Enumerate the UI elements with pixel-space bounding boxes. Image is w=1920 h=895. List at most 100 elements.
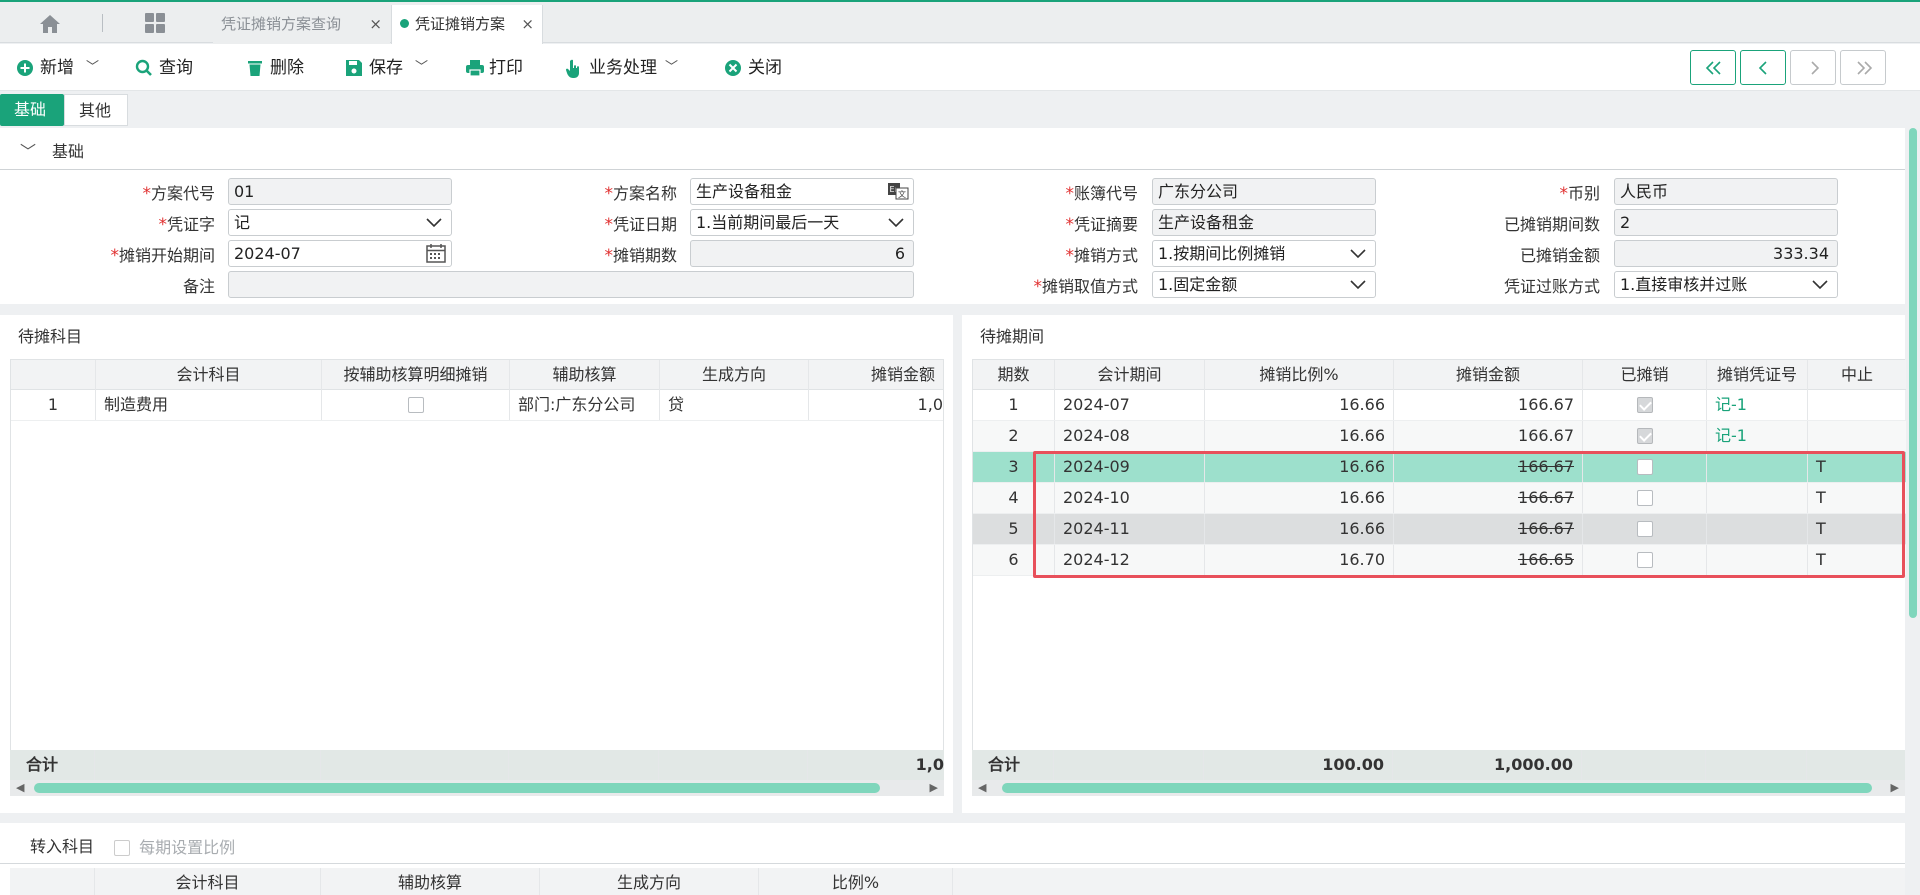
posting-method-select[interactable]: 1.直接审核并过账 xyxy=(1614,271,1838,298)
amortized-cell[interactable] xyxy=(1583,390,1707,420)
periods-count-field[interactable]: 6 xyxy=(690,240,914,267)
scroll-left-icon[interactable]: ◀ xyxy=(978,781,986,794)
col-ratio[interactable]: 摊销比例% xyxy=(1205,360,1394,390)
col-aux[interactable]: 辅助核算 xyxy=(510,360,660,390)
aux-cell[interactable]: 部门:广东分公司 xyxy=(510,390,660,420)
chevron-down-icon[interactable] xyxy=(1349,274,1367,294)
business-process-button[interactable]: 业务处理 ﹀ xyxy=(565,56,685,80)
stop-cell[interactable] xyxy=(1808,390,1906,420)
aux-detail-checkbox[interactable] xyxy=(407,397,424,413)
amortized-cell[interactable] xyxy=(1583,421,1707,451)
home-icon[interactable] xyxy=(38,13,62,35)
voucher-link[interactable] xyxy=(1707,452,1808,482)
scroll-thumb[interactable] xyxy=(1002,783,1872,793)
stop-cell[interactable]: T xyxy=(1808,483,1906,513)
per-period-ratio-checkbox[interactable] xyxy=(114,840,130,856)
voucher-word-select[interactable]: 记 xyxy=(228,209,452,236)
period-cell[interactable]: 2024-08 xyxy=(1055,421,1205,451)
translate-icon[interactable]: En文 xyxy=(887,181,909,201)
chevron-down-icon[interactable] xyxy=(887,212,905,232)
amount-cell[interactable]: 166.67 xyxy=(1394,452,1583,482)
start-period-field[interactable]: 2024-07 xyxy=(228,240,452,267)
col-aux-detail[interactable]: 按辅助核算明细摊销 xyxy=(322,360,510,390)
col-account[interactable]: 会计科目 xyxy=(95,868,321,895)
col-ratio[interactable]: 比例% xyxy=(759,868,953,895)
table-row[interactable]: 6 2024-12 16.70 166.65 T xyxy=(973,545,1906,576)
table-row[interactable]: 1 制造费用 部门:广东分公司 贷 1,0 xyxy=(11,390,943,421)
currency-field[interactable]: 人民币 xyxy=(1614,178,1838,205)
voucher-link[interactable]: 记-1 xyxy=(1707,421,1808,451)
stop-cell[interactable]: T xyxy=(1808,514,1906,544)
vertical-scrollbar[interactable] xyxy=(1906,128,1920,895)
account-cell[interactable]: 制造费用 xyxy=(96,390,322,420)
ratio-cell[interactable]: 16.66 xyxy=(1205,483,1394,513)
stop-cell[interactable]: T xyxy=(1808,545,1906,575)
amount-cell[interactable]: 166.67 xyxy=(1394,483,1583,513)
voucher-link[interactable]: 记-1 xyxy=(1707,390,1808,420)
amount-cell[interactable]: 1,0 xyxy=(809,390,943,420)
delete-button[interactable]: 删除 xyxy=(246,56,316,80)
amount-cell[interactable]: 166.67 xyxy=(1394,421,1583,451)
direction-cell[interactable]: 贷 xyxy=(660,390,809,420)
ratio-cell[interactable]: 16.66 xyxy=(1205,390,1394,420)
ratio-cell[interactable]: 16.66 xyxy=(1205,514,1394,544)
next-record-button[interactable] xyxy=(1790,50,1836,85)
table-row[interactable]: 4 2024-10 16.66 166.67 T xyxy=(973,483,1906,514)
table-row[interactable]: 1 2024-07 16.66 166.67 记-1 xyxy=(973,390,1906,421)
stop-cell[interactable] xyxy=(1808,421,1906,451)
col-stop[interactable]: 中止 xyxy=(1808,360,1906,390)
col-amortized[interactable]: 已摊销 xyxy=(1583,360,1707,390)
subtab-basic[interactable]: 基础 xyxy=(0,94,64,126)
amortized-checkbox[interactable] xyxy=(1636,397,1653,413)
tab-voucher-amortization-scheme[interactable]: 凭证摊销方案 × xyxy=(391,5,543,46)
ratio-cell[interactable]: 16.66 xyxy=(1205,421,1394,451)
col-amount[interactable]: 摊销金额 xyxy=(809,360,943,390)
close-icon[interactable]: × xyxy=(521,5,534,43)
col-amount[interactable]: 摊销金额 xyxy=(1394,360,1583,390)
save-button[interactable]: 保存 ﹀ xyxy=(345,56,431,80)
period-cell[interactable]: 2024-09 xyxy=(1055,452,1205,482)
value-method-select[interactable]: 1.固定金额 xyxy=(1152,271,1376,298)
table-row[interactable]: 2 2024-08 16.66 166.67 记-1 xyxy=(973,421,1906,452)
table-row[interactable]: 3 2024-09 16.66 166.67 T xyxy=(973,452,1906,483)
scroll-thumb[interactable] xyxy=(34,783,880,793)
section-header[interactable]: ﹀ 基础 xyxy=(20,138,84,162)
horizontal-scrollbar[interactable]: ◀ ▶ xyxy=(972,780,1905,796)
calendar-icon[interactable] xyxy=(425,243,447,264)
voucher-link[interactable] xyxy=(1707,483,1808,513)
period-cell[interactable]: 2024-07 xyxy=(1055,390,1205,420)
voucher-link[interactable] xyxy=(1707,514,1808,544)
amount-cell[interactable]: 166.65 xyxy=(1394,545,1583,575)
chevron-down-icon[interactable]: ﹀ xyxy=(20,138,36,162)
amortized-checkbox[interactable] xyxy=(1636,490,1653,506)
col-aux[interactable]: 辅助核算 xyxy=(321,868,540,895)
col-direction[interactable]: 生成方向 xyxy=(540,868,759,895)
last-record-button[interactable] xyxy=(1840,50,1886,85)
table-row[interactable]: 5 2024-11 16.66 166.67 T xyxy=(973,514,1906,545)
scroll-thumb[interactable] xyxy=(1909,128,1917,618)
first-record-button[interactable] xyxy=(1690,50,1736,85)
ratio-cell[interactable]: 16.70 xyxy=(1205,545,1394,575)
close-button[interactable]: 关闭 xyxy=(724,56,794,80)
scheme-name-field[interactable]: 生产设备租金 En 文 xyxy=(690,178,914,205)
amount-cell[interactable]: 166.67 xyxy=(1394,514,1583,544)
horizontal-scrollbar[interactable]: ◀ ▶ xyxy=(10,780,944,796)
chevron-down-icon[interactable] xyxy=(1811,274,1829,294)
chevron-down-icon[interactable]: ﹀ xyxy=(415,56,428,80)
amortized-cell[interactable] xyxy=(1583,545,1707,575)
period-cell[interactable]: 2024-11 xyxy=(1055,514,1205,544)
col-accounting-period[interactable]: 会计期间 xyxy=(1055,360,1205,390)
tab-voucher-amortization-query[interactable]: 凭证摊销方案查询 × xyxy=(213,5,390,45)
scroll-right-icon[interactable]: ▶ xyxy=(1891,781,1899,794)
close-icon[interactable]: × xyxy=(369,5,382,43)
voucher-link[interactable] xyxy=(1707,545,1808,575)
amortized-cell[interactable] xyxy=(1583,452,1707,482)
chevron-down-icon[interactable] xyxy=(1349,243,1367,263)
voucher-summary-field[interactable]: 生产设备租金 xyxy=(1152,209,1376,236)
amortized-cell[interactable] xyxy=(1583,483,1707,513)
amortized-checkbox[interactable] xyxy=(1636,521,1653,537)
col-voucher-no[interactable]: 摊销凭证号 xyxy=(1707,360,1808,390)
amortized-checkbox[interactable] xyxy=(1636,428,1653,444)
print-button[interactable]: 打印 xyxy=(465,56,535,80)
stop-cell[interactable]: T xyxy=(1808,452,1906,482)
